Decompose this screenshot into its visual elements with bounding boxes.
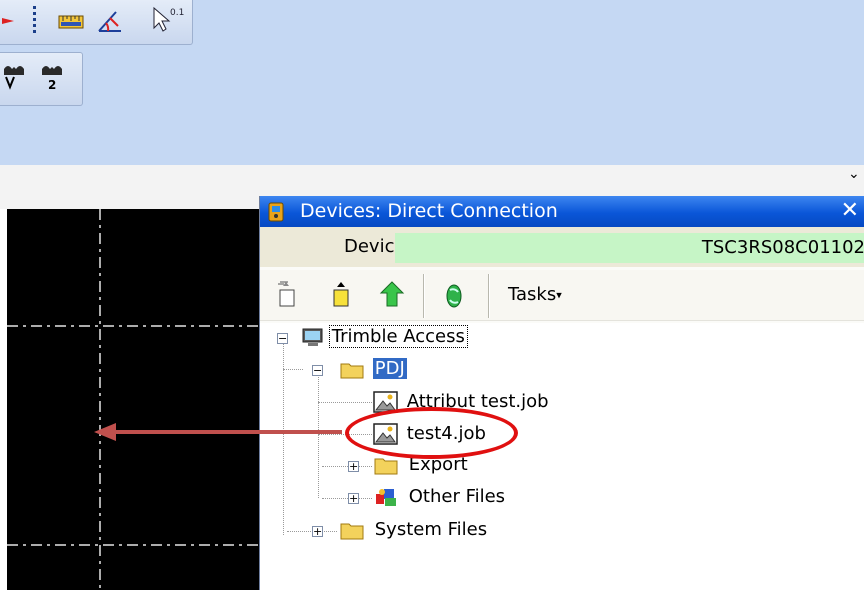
angle-measure-icon[interactable]	[96, 8, 124, 39]
window-title-bar[interactable]: Devices: Direct Connection ✕	[260, 196, 864, 227]
cursor-tolerance-icon[interactable]: 0.1	[150, 4, 184, 39]
tree-label: System Files	[374, 519, 488, 540]
copy-to-icon[interactable]	[328, 280, 356, 310]
folder-icon	[374, 458, 398, 475]
tree-label: Trimble Access	[328, 325, 468, 348]
grid-lines	[7, 209, 260, 590]
devices-toolbar: Tasks▾	[260, 270, 864, 321]
annotation-arrow	[94, 423, 342, 441]
view-2-icon[interactable]: 2	[40, 61, 68, 100]
file-tree: − Trimble Access − PDJ Attribut test.job…	[260, 323, 864, 590]
folder-open-icon	[340, 363, 364, 379]
sync-icon[interactable]	[442, 280, 470, 310]
copy-from-icon[interactable]	[274, 280, 302, 310]
expand-export-icon[interactable]: +	[348, 461, 359, 472]
arrow-partial-icon[interactable]	[2, 10, 18, 37]
tasks-label: Tasks	[508, 284, 557, 305]
toolbar-separator	[488, 274, 490, 318]
tasks-menu-button[interactable]: Tasks▾	[508, 284, 562, 305]
toolbar-row-1: 0.1	[0, 0, 193, 45]
computer-icon	[302, 328, 323, 346]
device-value: TSC3RS08C01102	[395, 233, 864, 263]
tree-node-other-files[interactable]: Other Files	[373, 486, 507, 508]
tree-node-system-files[interactable]: System Files	[339, 519, 489, 541]
device-app-icon	[266, 201, 288, 228]
collapse-root-icon[interactable]: −	[277, 333, 288, 344]
toolbar-separator	[423, 274, 425, 318]
folder-icon	[340, 523, 364, 540]
tree-label: Other Files	[408, 486, 506, 507]
plan-view-canvas[interactable]	[7, 209, 260, 590]
tree-label: PDJ	[372, 358, 407, 379]
view-1-icon[interactable]	[2, 61, 28, 100]
ruler-icon[interactable]	[58, 12, 84, 37]
tree-node-trimble-access[interactable]: Trimble Access	[302, 325, 468, 348]
window-title: Devices: Direct Connection	[300, 200, 558, 222]
collapse-pdj-icon[interactable]: −	[312, 365, 323, 376]
toolbar-separator	[33, 6, 36, 36]
expand-other-files-icon[interactable]: +	[348, 493, 359, 504]
expand-system-files-icon[interactable]: +	[312, 526, 323, 537]
dropdown-arrow-icon: ▾	[556, 288, 562, 302]
other-files-icon	[376, 489, 396, 506]
tree-node-pdj[interactable]: PDJ	[339, 358, 407, 380]
devices-window: Devices: Direct Connection ✕ Device: TSC…	[259, 196, 864, 590]
highlight-ellipse	[345, 407, 518, 459]
plot-edge	[0, 209, 7, 590]
svg-text:2: 2	[48, 78, 56, 92]
svg-text:0.1: 0.1	[170, 8, 184, 18]
device-row: Device: TSC3RS08C01102	[260, 227, 864, 267]
close-icon[interactable]: ✕	[841, 198, 859, 223]
chevron-down-icon[interactable]: ⌄	[848, 166, 860, 182]
main-toolbar-area: 0.1 2	[0, 0, 864, 165]
up-folder-icon[interactable]	[378, 280, 406, 310]
toolbar-row-2: 2	[0, 52, 83, 106]
